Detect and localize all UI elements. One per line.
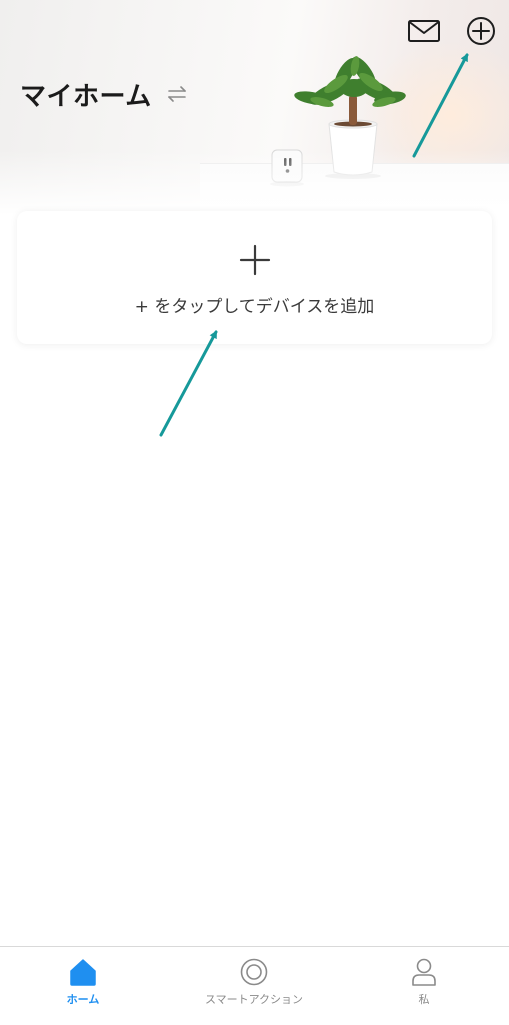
swap-arrows-icon[interactable] — [166, 84, 188, 104]
nav-label-home: ホーム — [66, 993, 100, 1006]
nav-item-smart-action[interactable]: スマートアクション — [179, 947, 329, 1025]
bottom-nav: ホーム スマートアクション 私 — [0, 946, 509, 1025]
annotation-arrow-to-card — [159, 330, 218, 437]
add-device-card[interactable]: + をタップしてデバイスを追加 — [17, 211, 492, 344]
mail-icon[interactable] — [406, 17, 442, 45]
nav-item-home[interactable]: ホーム — [33, 947, 133, 1025]
smart-action-icon — [240, 958, 268, 986]
home-icon — [70, 959, 96, 986]
nav-item-profile[interactable]: 私 — [374, 947, 474, 1025]
hero-bottom-fade — [0, 150, 509, 215]
home-title[interactable]: マイホーム — [20, 76, 152, 113]
nav-label-profile: 私 — [418, 993, 430, 1006]
profile-icon — [412, 958, 436, 986]
add-circle-icon[interactable] — [464, 14, 498, 48]
add-device-hint: + をタップしてデバイスを追加 — [134, 297, 375, 317]
nav-label-smart-action: スマートアクション — [204, 993, 304, 1006]
plus-icon[interactable] — [239, 244, 271, 276]
